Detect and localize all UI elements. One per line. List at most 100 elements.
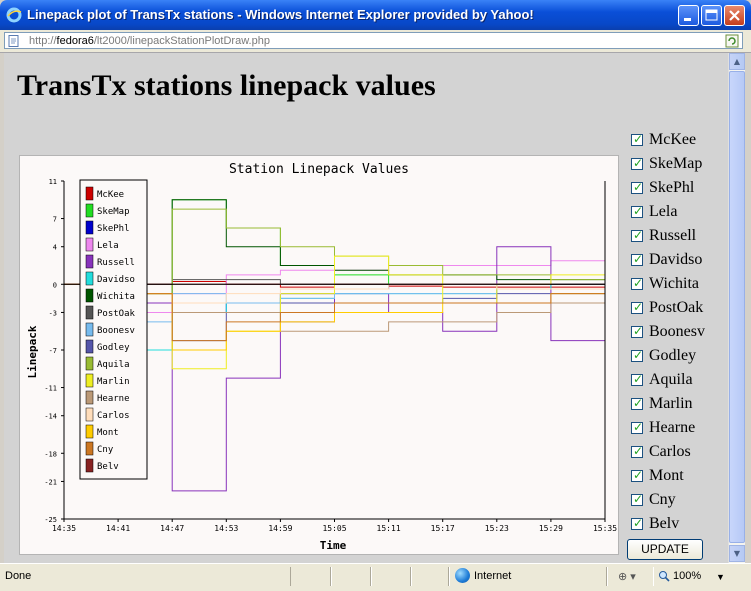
checkbox-boonesv[interactable]: ✓ Boonesv bbox=[629, 321, 728, 345]
window-titlebar[interactable]: Linepack plot of TransTx stations - Wind… bbox=[0, 0, 751, 30]
x-tick-label: 14:53 bbox=[214, 524, 238, 533]
checkbox-box[interactable]: ✓ bbox=[631, 372, 644, 386]
zoom-icon[interactable] bbox=[658, 570, 670, 582]
y-tick-label: -3 bbox=[49, 309, 57, 317]
checkbox-box[interactable]: ✓ bbox=[631, 204, 643, 218]
status-segment bbox=[290, 567, 332, 586]
y-tick-label: -11 bbox=[44, 385, 57, 393]
checkbox-box[interactable]: ✓ bbox=[631, 324, 643, 338]
lock-icon[interactable]: ⊕ ▾ bbox=[618, 570, 636, 583]
legend-swatch bbox=[85, 305, 94, 320]
checkbox-aquila[interactable]: ✓ Aquila bbox=[629, 369, 728, 393]
legend-swatch bbox=[85, 288, 94, 303]
checkbox-carlos[interactable]: ✓ Carlos bbox=[629, 441, 728, 465]
maximize-icon bbox=[705, 9, 718, 21]
checkmark-icon: ✓ bbox=[633, 444, 644, 458]
legend-swatch bbox=[85, 322, 94, 337]
scroll-up-arrow[interactable]: ▲ bbox=[729, 53, 745, 70]
legend-label: Carlos bbox=[97, 411, 130, 421]
update-button[interactable]: UPDATE bbox=[627, 539, 703, 560]
legend-label: Cny bbox=[97, 445, 114, 455]
address-bar: http://fedora6/lt2000/linepackStationPlo… bbox=[0, 30, 751, 53]
maximize-button[interactable] bbox=[701, 5, 722, 26]
zoom-level[interactable]: 100% bbox=[673, 570, 701, 582]
checkbox-belv[interactable]: ✓ Belv bbox=[629, 513, 728, 537]
checkbox-skephl[interactable]: ✓ SkePhl bbox=[629, 177, 728, 201]
x-tick-label: 14:47 bbox=[160, 524, 184, 533]
checkbox-box[interactable]: ✓ bbox=[631, 420, 643, 434]
legend-label: SkeMap bbox=[97, 207, 130, 217]
checkbox-godley[interactable]: ✓ Godley bbox=[629, 345, 728, 369]
checkbox-box[interactable]: ✓ bbox=[631, 348, 644, 362]
checkbox-label: Boonesv bbox=[649, 323, 705, 340]
checkbox-box[interactable]: ✓ bbox=[631, 132, 643, 146]
checkbox-box[interactable]: ✓ bbox=[631, 156, 643, 170]
zone-segment bbox=[448, 567, 608, 586]
legend-swatch bbox=[85, 356, 94, 371]
vertical-scrollbar[interactable]: ▲ ▼ bbox=[728, 53, 745, 563]
legend-swatch bbox=[85, 254, 94, 269]
status-segment bbox=[330, 567, 372, 586]
chart-svg: Station Linepack Values Time Linepack 11… bbox=[26, 162, 617, 552]
checkbox-box[interactable]: ✓ bbox=[631, 516, 643, 530]
checkmark-icon: ✓ bbox=[633, 372, 644, 386]
url-field[interactable]: http://fedora6/lt2000/linepackStationPlo… bbox=[4, 32, 743, 49]
checkbox-lela[interactable]: ✓ Lela bbox=[629, 201, 728, 225]
scroll-down-arrow[interactable]: ▼ bbox=[729, 545, 745, 562]
legend-label: Hearne bbox=[97, 394, 130, 404]
x-tick-label: 14:59 bbox=[268, 524, 292, 533]
x-tick-label: 15:05 bbox=[322, 524, 346, 533]
checkbox-box[interactable]: ✓ bbox=[631, 468, 643, 482]
checkbox-mckee[interactable]: ✓ McKee bbox=[629, 129, 728, 153]
checkbox-box[interactable]: ✓ bbox=[631, 396, 643, 410]
checkbox-mont[interactable]: ✓ Mont bbox=[629, 465, 728, 489]
y-tick-label: 4 bbox=[53, 244, 57, 252]
x-axis-label: Time bbox=[320, 539, 347, 552]
y-tick-label: -7 bbox=[49, 347, 57, 355]
checkbox-postoak[interactable]: ✓ PostOak bbox=[629, 297, 728, 321]
checkbox-cny[interactable]: ✓ Cny bbox=[629, 489, 728, 513]
legend-swatch bbox=[85, 339, 94, 354]
close-button[interactable] bbox=[724, 5, 745, 26]
checkbox-box[interactable]: ✓ bbox=[631, 276, 643, 290]
y-tick-label: -18 bbox=[44, 450, 57, 458]
checkbox-label: Mont bbox=[649, 467, 684, 484]
scrollbar-thumb[interactable] bbox=[729, 71, 745, 543]
checkmark-icon: ✓ bbox=[633, 300, 644, 314]
legend-swatch bbox=[85, 458, 94, 473]
legend-label: Marlin bbox=[97, 377, 130, 387]
zoom-dropdown-icon[interactable]: ▼ bbox=[716, 572, 725, 582]
refresh-icon[interactable] bbox=[725, 34, 739, 48]
legend-label: PostOak bbox=[97, 309, 136, 319]
checkbox-davidso[interactable]: ✓ Davidso bbox=[629, 249, 728, 273]
checkbox-russell[interactable]: ✓ Russell bbox=[629, 225, 728, 249]
x-tick-label: 14:41 bbox=[106, 524, 130, 533]
x-tick-label: 15:29 bbox=[539, 524, 563, 533]
ie-icon bbox=[6, 7, 22, 23]
y-tick-label: 7 bbox=[53, 216, 57, 224]
x-tick-label: 15:35 bbox=[593, 524, 617, 533]
checkbox-box[interactable]: ✓ bbox=[631, 228, 643, 242]
y-tick-label: -14 bbox=[44, 413, 57, 421]
y-axis-label: Linepack bbox=[26, 325, 39, 378]
x-tick-label: 15:17 bbox=[431, 524, 455, 533]
checkbox-box[interactable]: ✓ bbox=[631, 252, 643, 266]
checkbox-box[interactable]: ✓ bbox=[631, 300, 644, 314]
checkmark-icon: ✓ bbox=[633, 348, 644, 362]
minimize-button[interactable] bbox=[678, 5, 699, 26]
legend-swatch bbox=[85, 220, 94, 235]
url-text: http://fedora6/lt2000/linepackStationPlo… bbox=[29, 35, 270, 47]
checkbox-box[interactable]: ✓ bbox=[631, 492, 643, 506]
legend-label: Russell bbox=[97, 258, 135, 268]
checkbox-hearne[interactable]: ✓ Hearne bbox=[629, 417, 728, 441]
y-tick-label: -25 bbox=[44, 516, 57, 524]
checkbox-skemap[interactable]: ✓ SkeMap bbox=[629, 153, 728, 177]
linepack-chart: Station Linepack Values Time Linepack 11… bbox=[19, 155, 619, 555]
checkbox-label: Lela bbox=[649, 203, 678, 220]
status-bar: Done Internet ⊕ ▾ 100% ▼ bbox=[0, 563, 751, 591]
checkbox-wichita[interactable]: ✓ Wichita bbox=[629, 273, 728, 297]
checkbox-marlin[interactable]: ✓ Marlin bbox=[629, 393, 728, 417]
checkbox-box[interactable]: ✓ bbox=[631, 444, 644, 458]
checkbox-box[interactable]: ✓ bbox=[631, 180, 643, 194]
checkbox-label: SkeMap bbox=[649, 155, 703, 172]
